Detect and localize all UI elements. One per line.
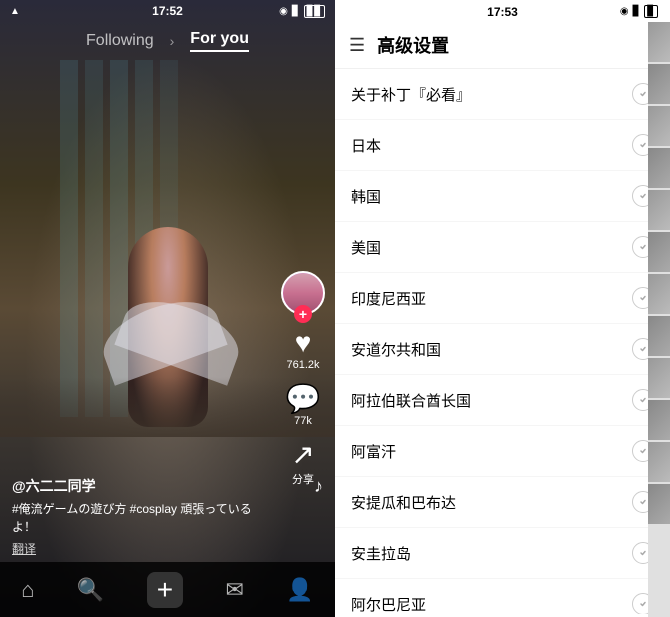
time-left: 17:52 (152, 4, 183, 18)
settings-item-label: 美国 (351, 237, 381, 258)
settings-item-indonesia[interactable]: 印度尼西亚 (335, 273, 670, 324)
right-sidebar: + ♥ 761.2k 💬 77k ↗ 分享 (281, 271, 325, 487)
settings-title: 高级设置 (377, 32, 449, 58)
bottom-nav: ⌂ 🔍 + ✉ 👤 (0, 562, 335, 617)
share-icon: ↗ (291, 441, 314, 469)
avatar-container[interactable]: + (281, 271, 325, 315)
share-action[interactable]: ↗ 分享 (291, 441, 314, 487)
settings-item-patch-info[interactable]: 关于补丁『必看』 (335, 69, 670, 120)
description: #俺流ゲームの遊び方 #cosplay 頑張っている よ！ (12, 500, 265, 536)
settings-item-antigua[interactable]: 安提瓜和巴布达 (335, 477, 670, 528)
preview-strip (648, 22, 670, 617)
create-nav-icon[interactable]: + (147, 572, 183, 608)
settings-item-label: 印度尼西亚 (351, 288, 426, 309)
comment-count: 77k (294, 415, 312, 427)
nav-tabs: Following › For you (0, 22, 335, 60)
hamburger-icon[interactable]: ☰ (349, 35, 365, 56)
settings-item-label: 阿富汗 (351, 441, 396, 462)
profile-nav-icon[interactable]: 👤 (286, 577, 313, 603)
settings-item-anguilla[interactable]: 安圭拉岛 (335, 528, 670, 579)
heart-icon: ♥ (295, 329, 312, 357)
settings-item-uae[interactable]: 阿拉伯联合酋长国 (335, 375, 670, 426)
settings-item-label: 阿尔巴尼亚 (351, 594, 426, 615)
search-nav-icon[interactable]: 🔍 (77, 577, 104, 603)
username[interactable]: @六二二同学 (12, 476, 265, 496)
music-icon: ♪ (314, 476, 323, 497)
like-action[interactable]: ♥ 761.2k (286, 329, 319, 371)
settings-item-label: 安圭拉岛 (351, 543, 411, 564)
settings-item-label: 日本 (351, 135, 381, 156)
settings-item-andorra[interactable]: 安道尔共和国 (335, 324, 670, 375)
settings-item-usa[interactable]: 美国 (335, 222, 670, 273)
settings-item-label: 阿拉伯联合酋长国 (351, 390, 471, 411)
status-bar-right: 17:53 ◉ ▊ ▊ (335, 0, 670, 22)
right-panel: 17:53 ◉ ▊ ▊ ☰ 高级设置 关于补丁『必看』 日本 (335, 0, 670, 617)
tab-following[interactable]: Following (86, 32, 154, 50)
post-info: @六二二同学 #俺流ゲームの遊び方 #cosplay 頑張っている よ！ 翻译 (12, 476, 265, 557)
share-label: 分享 (292, 471, 314, 487)
tab-divider: › (170, 33, 175, 49)
comment-action[interactable]: 💬 77k (286, 385, 321, 427)
home-nav-icon[interactable]: ⌂ (21, 577, 34, 603)
translate-link[interactable]: 翻译 (12, 540, 265, 557)
settings-item-albania[interactable]: 阿尔巴尼亚 (335, 579, 670, 614)
settings-item-korea[interactable]: 韩国 (335, 171, 670, 222)
status-bar-left: ▲ 17:52 ◉ ▊ ▊▊ (0, 0, 335, 22)
left-panel: ▲ 17:52 ◉ ▊ ▊▊ Following › For you + ♥ 7… (0, 0, 335, 617)
settings-item-japan[interactable]: 日本 (335, 120, 670, 171)
settings-header: ☰ 高级设置 (335, 22, 670, 69)
settings-item-label: 韩国 (351, 186, 381, 207)
time-right: 17:53 (487, 5, 518, 19)
status-icons-left: ◉ ▊ ▊▊ (279, 5, 325, 18)
tab-for-you[interactable]: For you (190, 30, 249, 52)
settings-item-label: 安道尔共和国 (351, 339, 441, 360)
settings-list: 关于补丁『必看』 日本 韩国 美国 (335, 69, 670, 614)
inbox-nav-icon[interactable]: ✉ (225, 577, 243, 603)
comment-icon: 💬 (286, 385, 321, 413)
follow-button[interactable]: + (294, 305, 312, 323)
like-count: 761.2k (286, 359, 319, 371)
settings-item-label: 安提瓜和巴布达 (351, 492, 456, 513)
settings-item-afghanistan[interactable]: 阿富汗 (335, 426, 670, 477)
settings-item-label: 关于补丁『必看』 (351, 84, 471, 105)
